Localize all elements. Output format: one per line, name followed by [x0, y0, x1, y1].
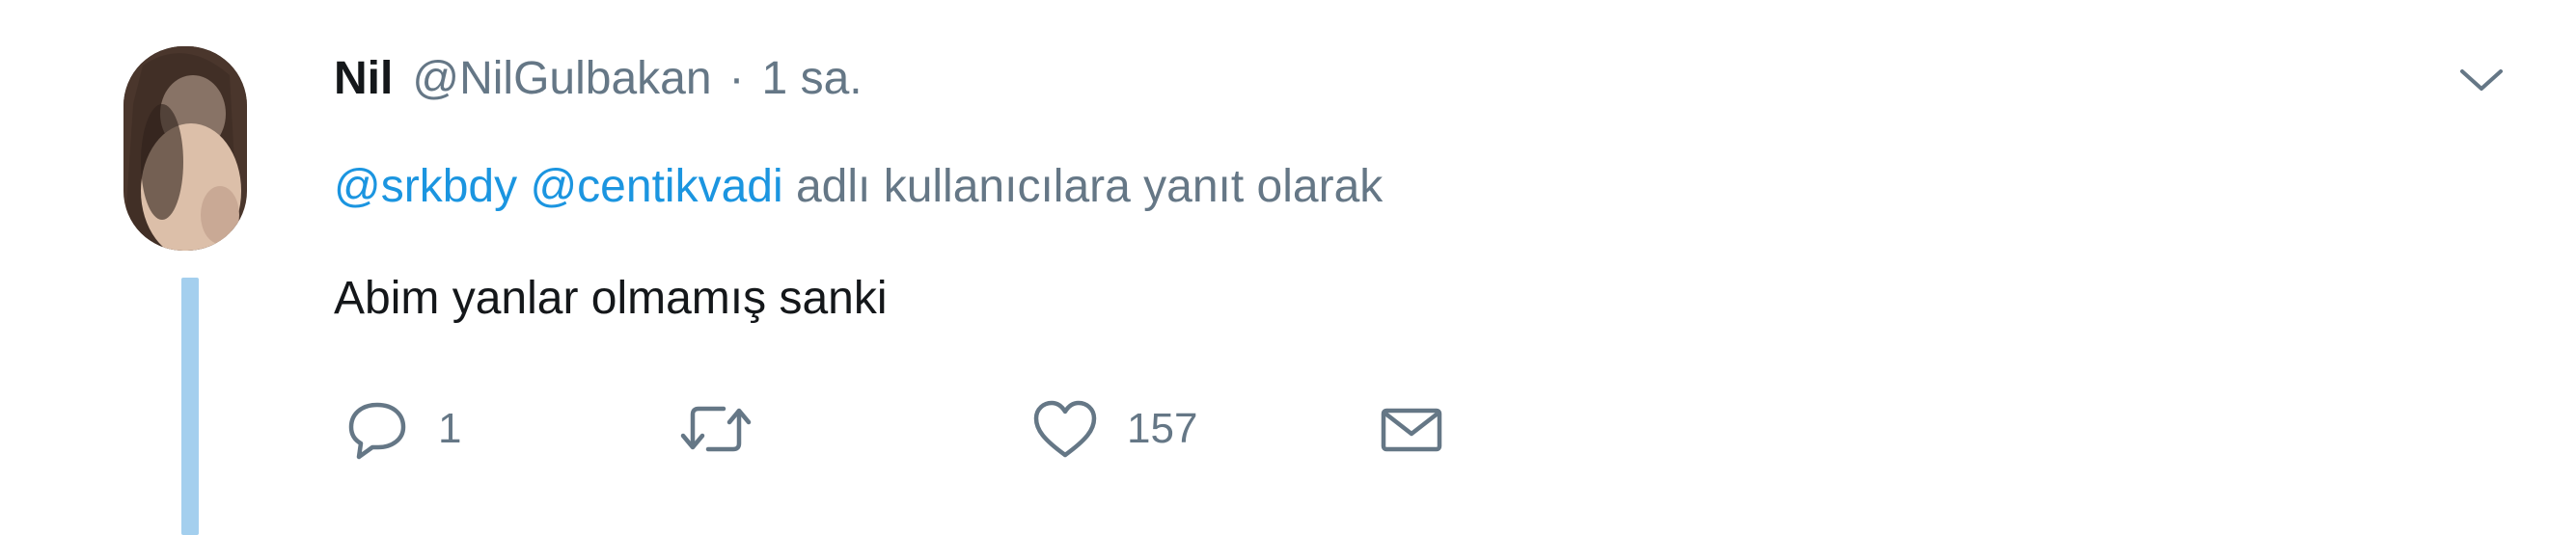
- tweet-header: Nil @NilGulbakan · 1 sa.: [334, 50, 863, 108]
- author-handle[interactable]: @NilGulbakan: [412, 50, 711, 108]
- chevron-down-icon[interactable]: [2453, 60, 2510, 98]
- reply-icon: [343, 395, 411, 463]
- avatar-photo: [123, 46, 247, 251]
- author-name[interactable]: Nil: [334, 50, 393, 108]
- tweet-text: Abim yanlar olmamış sanki: [334, 273, 888, 324]
- reply-context: @srkbdy @centikvadi adlı kullanıcılara y…: [334, 158, 1383, 216]
- mention-link[interactable]: @srkbdy: [334, 161, 517, 212]
- reply-button[interactable]: 1: [343, 395, 461, 463]
- retweet-icon: [675, 395, 756, 463]
- like-count: 157: [1127, 405, 1198, 452]
- thread-line: [181, 278, 199, 535]
- mention-link[interactable]: @centikvadi: [530, 161, 782, 212]
- direct-message-button[interactable]: [1378, 395, 1445, 463]
- avatar[interactable]: [123, 46, 247, 251]
- like-button[interactable]: 157: [1030, 395, 1197, 463]
- tweet[interactable]: Nil @NilGulbakan · 1 sa. @srkbdy @centik…: [0, 0, 2576, 535]
- envelope-icon: [1378, 395, 1445, 463]
- separator-dot: ·: [728, 53, 745, 104]
- retweet-button[interactable]: [675, 395, 756, 463]
- heart-icon: [1030, 395, 1100, 463]
- tweet-timestamp[interactable]: 1 sa.: [762, 50, 863, 108]
- reply-count: 1: [438, 405, 462, 452]
- reply-context-text: adlı kullanıcılara yanıt olarak: [795, 161, 1384, 212]
